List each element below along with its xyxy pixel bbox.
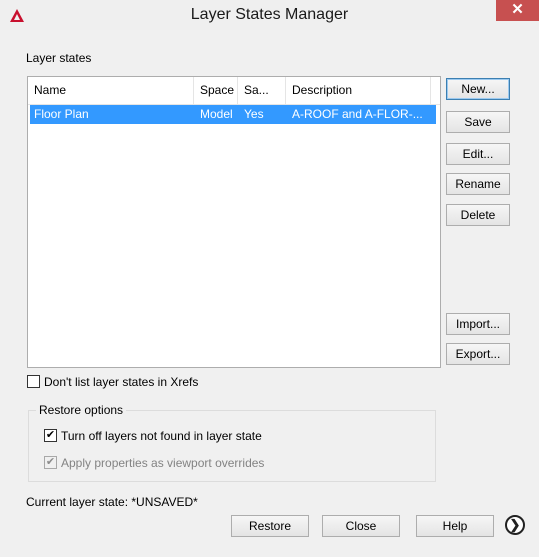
- save-button[interactable]: Save: [446, 111, 510, 133]
- xrefs-checkbox-label: Don't list layer states in Xrefs: [44, 375, 199, 389]
- close-window-button[interactable]: ✕: [496, 0, 539, 21]
- row-name-cell: Floor Plan: [34, 107, 89, 121]
- delete-button[interactable]: Delete: [446, 204, 510, 226]
- restore-options-legend: Restore options: [36, 403, 127, 417]
- table-row[interactable]: Floor Plan Model Yes A-ROOF and A-FLOR-.…: [30, 105, 436, 124]
- turn-off-layers-label: Turn off layers not found in layer state: [61, 429, 262, 443]
- current-layer-state-status: Current layer state: *UNSAVED*: [26, 495, 198, 509]
- row-description-cell: A-ROOF and A-FLOR-...: [292, 107, 423, 121]
- column-header-name[interactable]: Name: [28, 77, 194, 104]
- layer-states-list[interactable]: Name Space Sa... Description Floor Plan …: [27, 76, 441, 368]
- import-button[interactable]: Import...: [446, 313, 510, 335]
- turn-off-layers-checkbox[interactable]: ✔: [44, 429, 57, 442]
- xrefs-checkbox[interactable]: [27, 375, 40, 388]
- help-button[interactable]: Help: [416, 515, 494, 537]
- xrefs-checkbox-row[interactable]: Don't list layer states in Xrefs: [27, 374, 327, 390]
- restore-options-group: [28, 410, 436, 482]
- restore-button[interactable]: Restore: [231, 515, 309, 537]
- turn-off-layers-checkbox-row[interactable]: ✔ Turn off layers not found in layer sta…: [44, 428, 364, 444]
- layer-states-label: Layer states: [26, 51, 92, 65]
- list-header: Name Space Sa... Description: [28, 77, 440, 105]
- edit-button[interactable]: Edit...: [446, 143, 510, 165]
- title-bar: Layer States Manager ✕: [0, 0, 539, 30]
- row-space-cell: Model: [200, 107, 233, 121]
- apply-properties-label: Apply properties as viewport overrides: [61, 456, 265, 470]
- window-title: Layer States Manager: [190, 6, 349, 23]
- row-saved-cell: Yes: [244, 107, 264, 121]
- apply-properties-checkbox: ✔: [44, 456, 57, 469]
- rename-button[interactable]: Rename: [446, 173, 510, 195]
- apply-properties-checkbox-row: ✔ Apply properties as viewport overrides: [44, 455, 364, 471]
- close-button[interactable]: Close: [322, 515, 400, 537]
- export-button[interactable]: Export...: [446, 343, 510, 365]
- new-button[interactable]: New...: [446, 78, 510, 100]
- more-options-chevron-icon[interactable]: ❯: [505, 515, 525, 535]
- column-header-space[interactable]: Space: [194, 77, 238, 104]
- column-header-saved[interactable]: Sa...: [238, 77, 286, 104]
- column-header-description[interactable]: Description: [286, 77, 431, 104]
